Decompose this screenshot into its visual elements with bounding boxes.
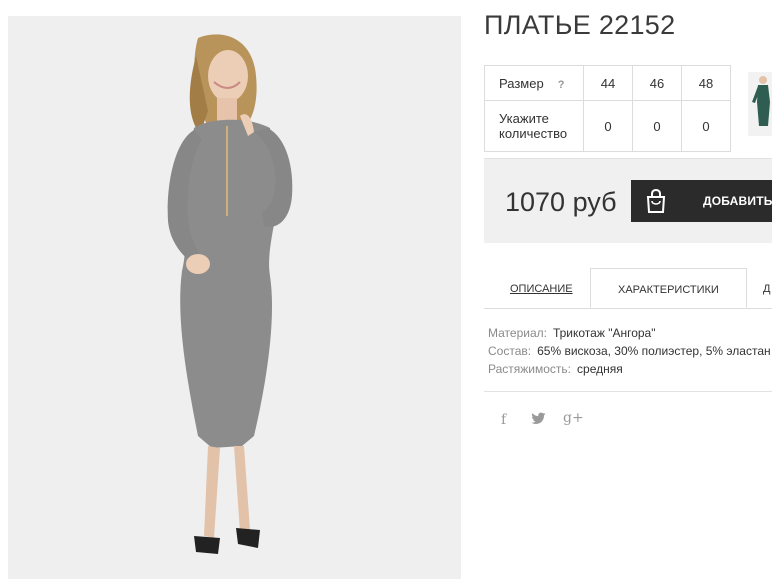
tab-delivery[interactable]: Д	[763, 268, 770, 308]
spec-stretch: Растяжимость: средняя	[488, 360, 771, 378]
size-quantity-table: Размер? 44 46 48 Укажите количество 0 0 …	[484, 65, 731, 152]
spec-composition: Состав: 65% вискоза, 30% полиэстер, 5% эл…	[488, 342, 771, 360]
product-tabs: ОПИСАНИЕ ХАРАКТЕРИСТИКИ Д	[484, 268, 772, 309]
quantity-input-44[interactable]: 0	[583, 100, 633, 152]
quantity-input-46[interactable]: 0	[632, 100, 682, 152]
add-to-cart-button[interactable]: ДОБАВИТЬ В	[631, 180, 772, 222]
size-option-46[interactable]: 46	[632, 65, 682, 101]
google-plus-icon[interactable]: g+	[563, 410, 584, 426]
spec-material: Материал: Трикотаж "Ангора"	[488, 324, 771, 342]
size-label: Размер	[499, 75, 544, 91]
spec-value: 65% вискоза, 30% полиэстер, 5% эластан	[537, 344, 771, 358]
dress-model-illustration	[8, 16, 461, 579]
size-label-cell: Размер?	[484, 65, 584, 101]
quantity-input-48[interactable]: 0	[681, 100, 731, 152]
spec-key: Состав:	[488, 344, 532, 358]
shopping-bag-icon	[643, 188, 669, 217]
quantity-label: Укажите количество	[484, 100, 584, 152]
product-thumbnail[interactable]	[748, 72, 772, 136]
section-divider	[484, 391, 772, 392]
size-help-icon[interactable]: ?	[558, 79, 565, 91]
tab-characteristics[interactable]: ХАРАКТЕРИСТИКИ	[590, 268, 747, 308]
spec-key: Материал:	[488, 326, 547, 340]
product-title: ПЛАТЬЕ 22152	[484, 10, 676, 40]
product-price: 1070 руб	[505, 187, 617, 217]
tab-description[interactable]: ОПИСАНИЕ	[510, 268, 573, 308]
add-to-cart-label: ДОБАВИТЬ В	[703, 194, 772, 208]
characteristics-list: Материал: Трикотаж "Ангора" Состав: 65% ви…	[488, 324, 771, 378]
purchase-bar: 1070 руб ДОБАВИТЬ В	[484, 158, 772, 243]
size-row: Размер? 44 46 48	[484, 65, 731, 101]
size-option-44[interactable]: 44	[583, 65, 633, 101]
facebook-icon[interactable]: f	[501, 412, 506, 428]
thumbnail-illustration	[748, 72, 772, 136]
spec-value: Трикотаж "Ангора"	[552, 326, 656, 340]
spec-key: Растяжимость:	[488, 362, 572, 376]
product-image[interactable]	[8, 16, 461, 579]
size-option-48[interactable]: 48	[681, 65, 731, 101]
twitter-icon[interactable]	[531, 412, 546, 429]
quantity-row: Укажите количество 0 0 0	[484, 100, 731, 152]
spec-value: средняя	[577, 362, 623, 376]
